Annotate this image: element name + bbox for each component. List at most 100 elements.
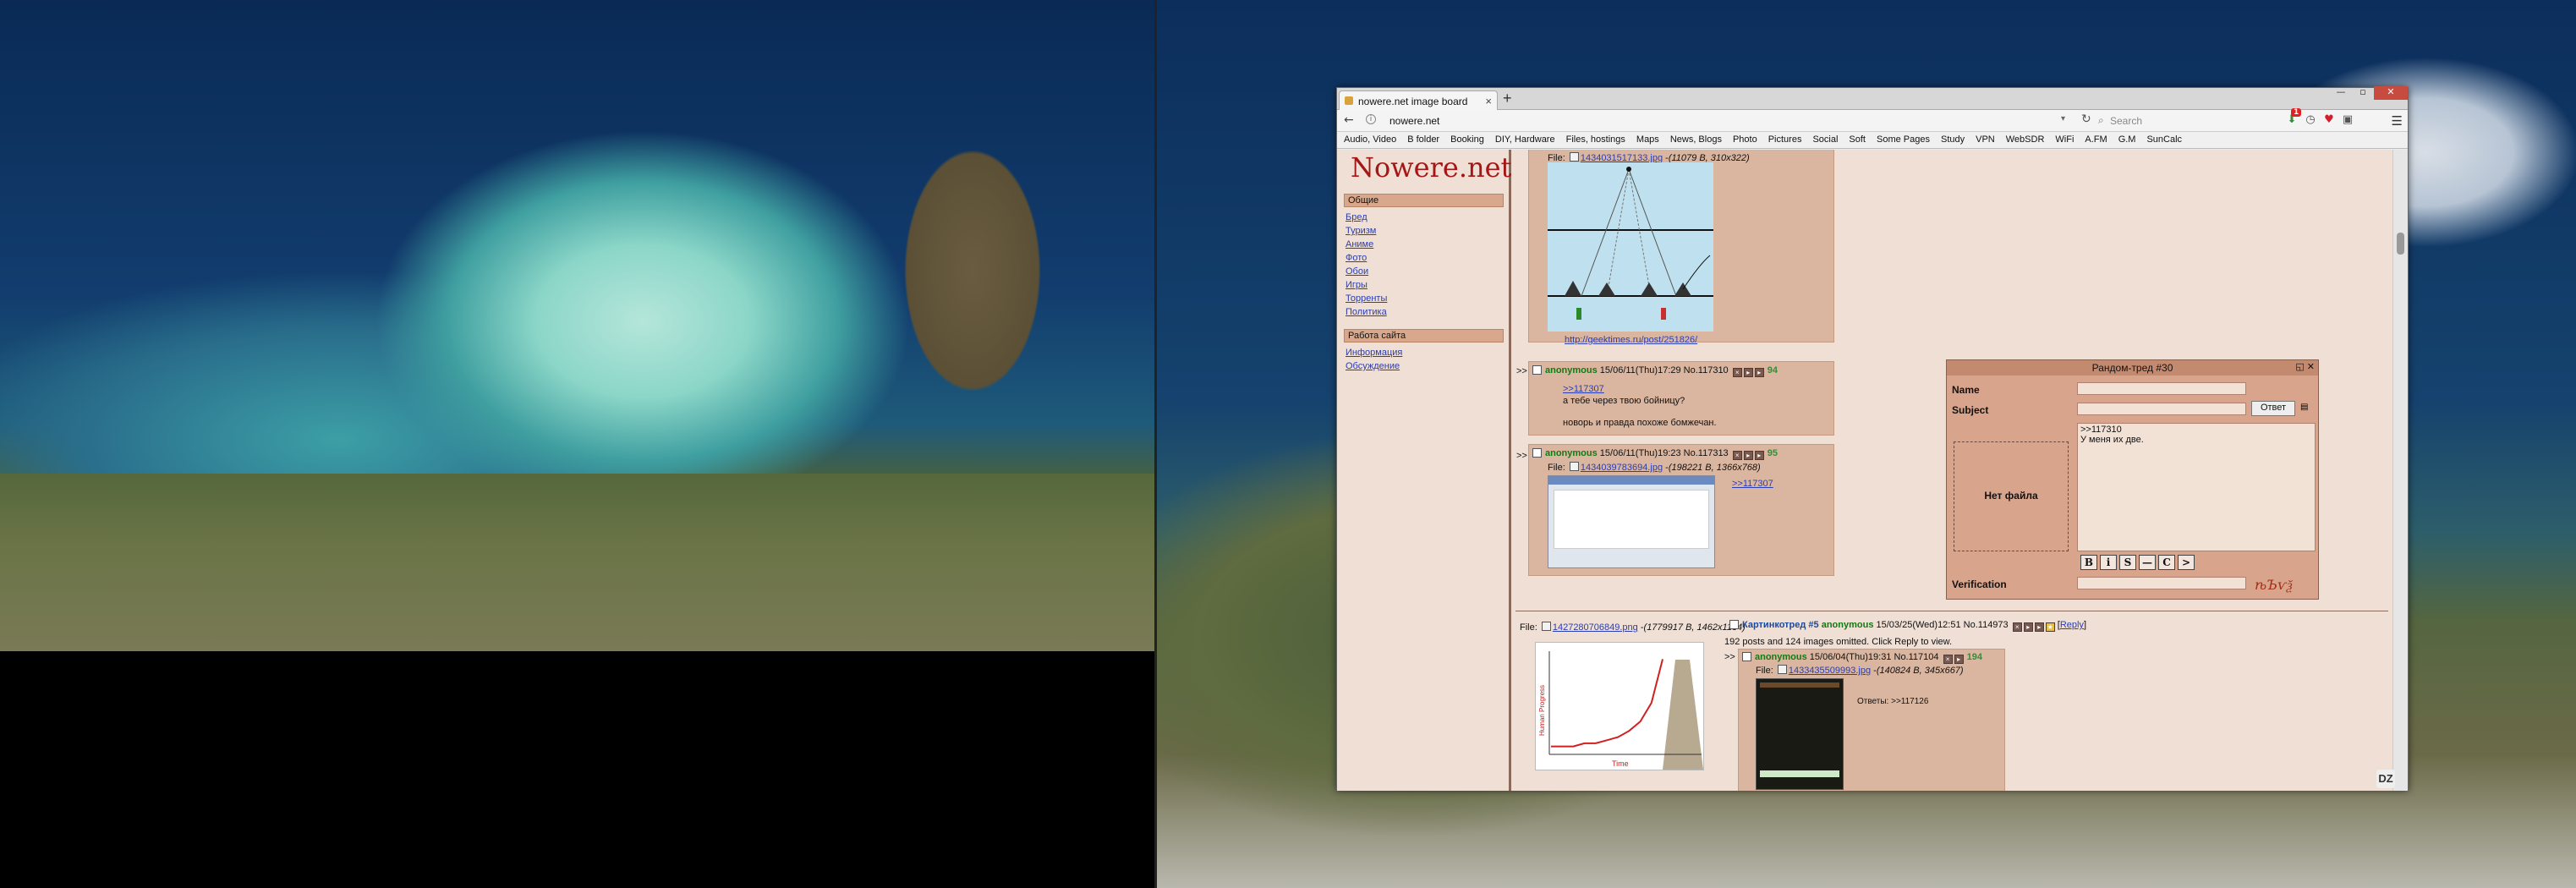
sidebar-link[interactable]: Бред xyxy=(1346,211,1505,224)
report-icon[interactable]: ▸ xyxy=(1954,655,1964,664)
delete-icon[interactable]: × xyxy=(1943,655,1953,664)
bookmark-item[interactable]: G.M xyxy=(2118,134,2136,148)
sidebar-link[interactable]: Фото xyxy=(1346,251,1505,265)
reply-link[interactable]: Reply xyxy=(2060,620,2084,630)
thread-checkbox[interactable] xyxy=(1729,620,1739,629)
bookmark-item[interactable]: Photo xyxy=(1733,134,1757,148)
file-dropzone[interactable]: Нет файла xyxy=(1954,441,2069,551)
report-icon[interactable]: ▸ xyxy=(1743,368,1753,377)
quote-link[interactable]: >>117307 xyxy=(1732,479,1773,489)
file-link[interactable]: 1434039783694.jpg xyxy=(1581,463,1663,473)
bookmark-item[interactable]: Some Pages xyxy=(1877,134,1930,148)
heart-icon[interactable]: ♥ xyxy=(2321,113,2337,129)
bookmark-item[interactable]: Social xyxy=(1812,134,1838,148)
post-number[interactable]: No.117104 xyxy=(1894,652,1939,662)
name-field[interactable] xyxy=(2077,382,2246,395)
file-link[interactable]: 1433435509993.jpg xyxy=(1789,666,1871,676)
bookmark-item[interactable]: Maps xyxy=(1636,134,1659,148)
format-button[interactable]: C xyxy=(2158,555,2175,570)
search-field[interactable]: ⌕ Search xyxy=(2096,113,2266,129)
format-button[interactable]: — xyxy=(2139,555,2156,570)
post-image-screenshot[interactable] xyxy=(1548,475,1715,568)
delete-icon[interactable]: × xyxy=(1732,368,1742,377)
sidebar-link[interactable]: Информация xyxy=(1346,346,1505,359)
reply-icon[interactable]: ▸ xyxy=(1754,451,1764,460)
sidebar-link[interactable]: Аниме xyxy=(1346,238,1505,251)
panel-titlebar[interactable]: Рандом-тред #30 ◱ ✕ xyxy=(1947,360,2318,375)
download-icon[interactable]: ⬇ 1 xyxy=(2284,108,2302,129)
submit-button[interactable]: Ответ xyxy=(2251,401,2295,416)
bookmark-item[interactable]: WebSDR xyxy=(2006,134,2045,148)
site-logo[interactable]: Nowere.net xyxy=(1351,151,1511,184)
delete-icon[interactable]: × xyxy=(2012,622,2022,632)
sidebar-link[interactable]: Игры xyxy=(1346,278,1505,292)
post-number[interactable]: No.117310 xyxy=(1684,365,1729,375)
report-icon[interactable]: ▸ xyxy=(2023,622,2033,632)
bookmark-item[interactable]: News, Blogs xyxy=(1670,134,1722,148)
url-field[interactable]: nowere.net xyxy=(1389,115,1439,127)
history-icon[interactable]: ◷ xyxy=(2303,113,2318,129)
sidebar-link[interactable]: Обсуждение xyxy=(1346,359,1505,373)
reply-icon[interactable]: ▸ xyxy=(1754,368,1764,377)
hide-icon[interactable]: ▸ xyxy=(2034,622,2044,632)
external-link[interactable]: http://geektimes.ru/post/251826/ xyxy=(1565,335,1697,345)
scrollbar-thumb[interactable] xyxy=(2397,233,2404,255)
post-checkbox[interactable] xyxy=(1532,448,1542,458)
message-textarea[interactable]: >>117310 У меня их две. xyxy=(2077,423,2316,551)
panel-expand-icon[interactable]: ◱ xyxy=(2295,362,2304,372)
bookmark-item[interactable]: Booking xyxy=(1450,134,1484,148)
post-image-diagram[interactable] xyxy=(1548,162,1713,332)
post-checkbox[interactable] xyxy=(1532,365,1542,375)
post-number[interactable]: No.114973 xyxy=(1964,620,2009,630)
new-tab-button[interactable]: + xyxy=(1503,90,1512,107)
format-button[interactable]: i xyxy=(2100,555,2117,570)
bookmark-item[interactable]: Study xyxy=(1941,134,1965,148)
sidebar-link[interactable]: Обои xyxy=(1346,265,1505,278)
bookmark-item[interactable]: WiFi xyxy=(2055,134,2074,148)
post-date: 15/03/25(Wed)12:51 xyxy=(1876,620,1961,630)
reload-icon[interactable]: ↻ xyxy=(2081,112,2091,126)
back-arrow-icon[interactable]: ← xyxy=(1344,113,1354,127)
url-dropdown-icon[interactable]: ▾ xyxy=(2061,114,2065,123)
bookmark-item[interactable]: Pictures xyxy=(1768,134,1802,148)
panel-close-icon[interactable]: ✕ xyxy=(2307,362,2315,372)
bookmark-item[interactable]: SunCalc xyxy=(2146,134,2182,148)
desktop-tray-icon[interactable]: Ǳ xyxy=(2376,770,2395,788)
report-icon[interactable]: ▸ xyxy=(1743,451,1753,460)
file-link[interactable]: 1427280706849.png xyxy=(1553,622,1638,633)
sidebar-link[interactable]: Торренты xyxy=(1346,292,1505,305)
sidebar-link[interactable]: Туризм xyxy=(1346,224,1505,238)
verification-field[interactable] xyxy=(2077,577,2246,589)
star-icon[interactable]: ★ xyxy=(2045,622,2055,632)
close-window-button[interactable]: ✕ xyxy=(2374,86,2408,100)
subject-field[interactable] xyxy=(2077,403,2246,415)
thread-image-chart[interactable]: Time Human Progress xyxy=(1535,642,1704,770)
browser-tab[interactable]: nowere.net image board × xyxy=(1339,90,1498,110)
bookmark-item[interactable]: Soft xyxy=(1849,134,1866,148)
post-number[interactable]: No.117313 xyxy=(1684,448,1729,458)
bookmark-item[interactable]: A.FM xyxy=(2085,134,2107,148)
close-tab-icon[interactable]: × xyxy=(1485,95,1492,107)
terminal-bar xyxy=(1760,770,1839,777)
bookmark-item[interactable]: Audio, Video xyxy=(1344,134,1396,148)
post-image-terminal[interactable] xyxy=(1756,678,1844,790)
quote-link[interactable]: >>117307 xyxy=(1563,384,1604,394)
format-button[interactable]: > xyxy=(2178,555,2195,570)
minimize-button[interactable]: — xyxy=(2330,86,2352,100)
bookmark-item[interactable]: VPN xyxy=(1976,134,1995,148)
post-checkbox[interactable] xyxy=(1742,652,1751,661)
delete-icon[interactable]: × xyxy=(1732,451,1742,460)
hamburger-menu-icon[interactable]: ☰ xyxy=(2392,113,2403,129)
bookmark-item[interactable]: B folder xyxy=(1407,134,1439,148)
captcha-image[interactable]: ѣЪѵѯ xyxy=(2255,577,2292,594)
pocket-icon[interactable]: ▣ xyxy=(2340,113,2355,129)
page-scrollbar[interactable] xyxy=(2392,150,2408,791)
bookmark-item[interactable]: Files, hostings xyxy=(1566,134,1625,148)
options-icon[interactable]: ▤ xyxy=(2300,403,2308,412)
site-info-icon[interactable]: i xyxy=(1366,114,1376,124)
format-button[interactable]: B xyxy=(2080,555,2097,570)
maximize-button[interactable]: ▫ xyxy=(2352,86,2374,100)
format-button[interactable]: S xyxy=(2119,555,2136,570)
bookmark-item[interactable]: DIY, Hardware xyxy=(1495,134,1555,148)
sidebar-link[interactable]: Политика xyxy=(1346,305,1505,319)
